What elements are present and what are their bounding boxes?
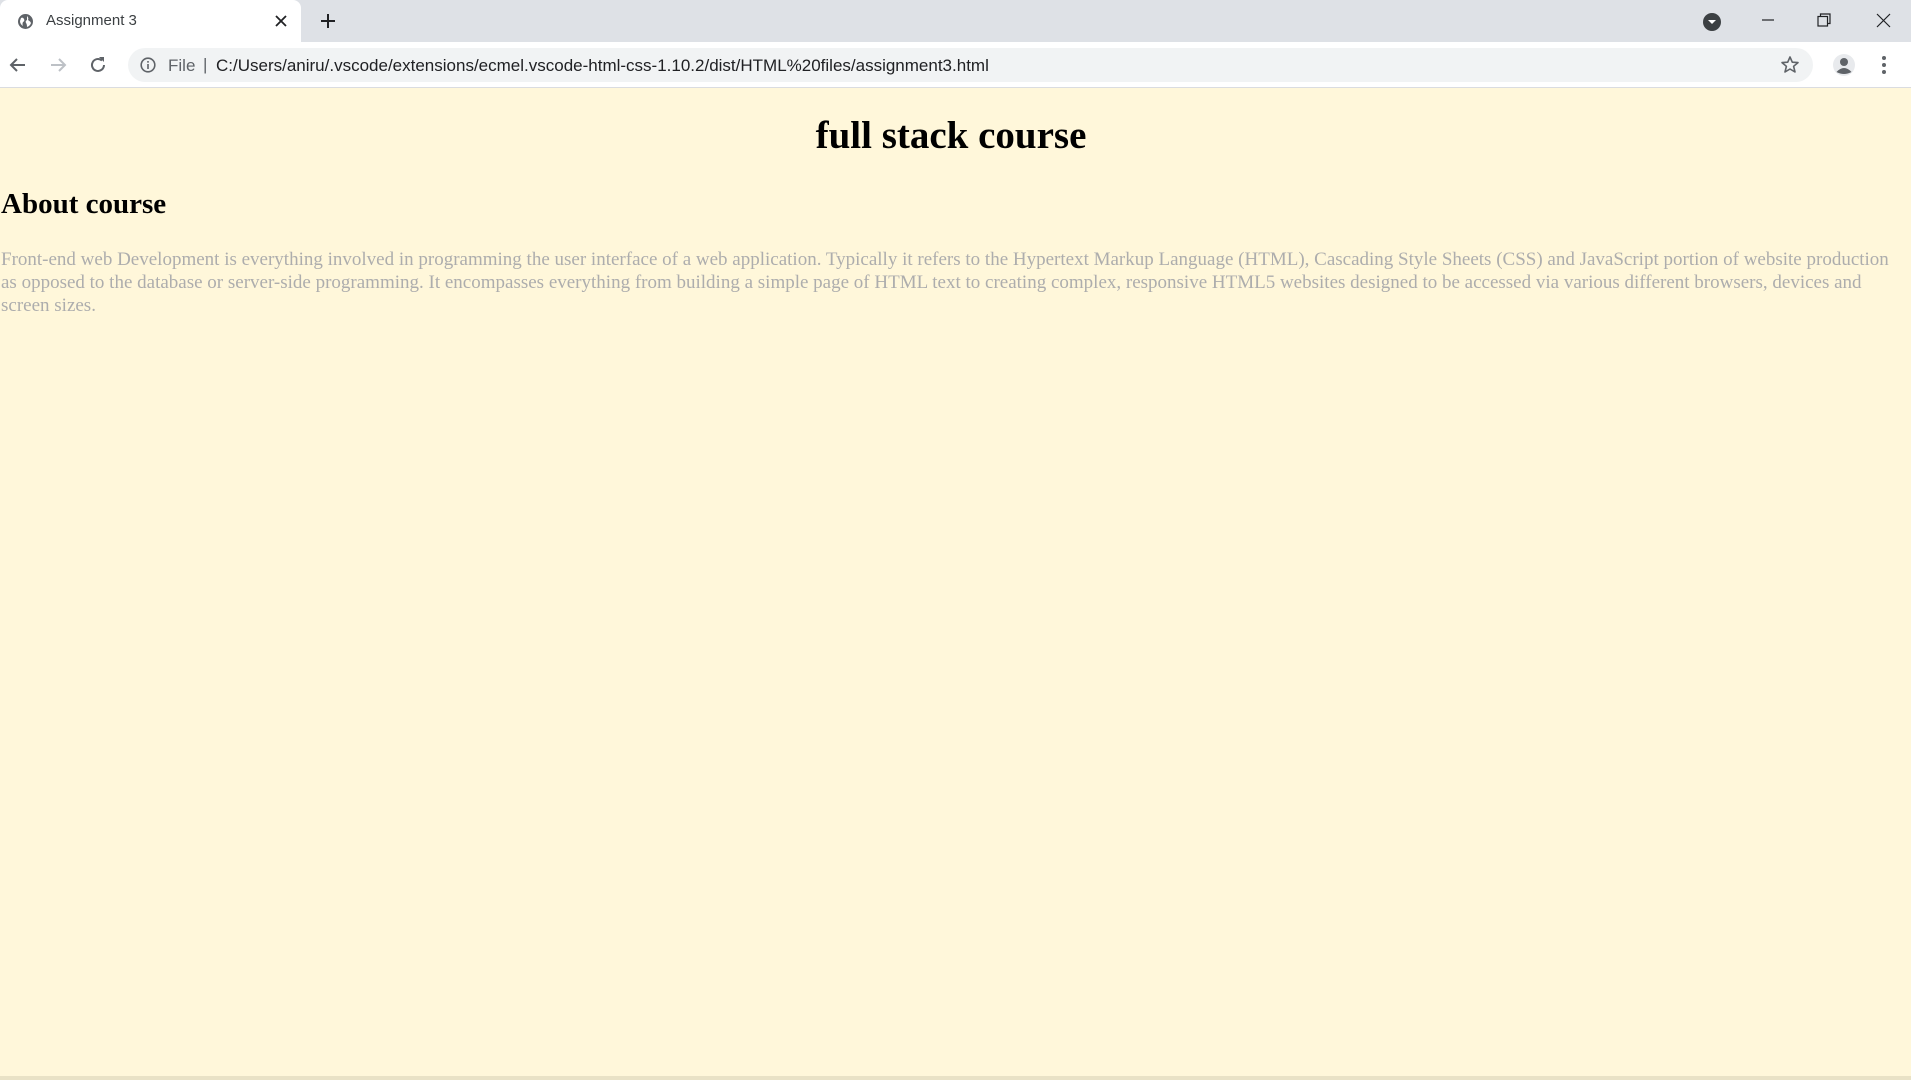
tab-close-icon[interactable] (272, 12, 290, 30)
course-description: Front-end web Development is everything … (1, 249, 1889, 316)
browser-tab[interactable]: Assignment 3 (0, 0, 301, 42)
scheme-separator: | (203, 55, 208, 74)
browser-titlebar: Assignment 3 (0, 0, 1911, 42)
minimize-icon[interactable] (1740, 0, 1796, 40)
kebab-menu-icon[interactable] (1874, 51, 1894, 79)
section-heading: About course (1, 188, 167, 220)
new-tab-plus-icon[interactable] (318, 11, 338, 31)
page-title: full stack course (815, 114, 1087, 157)
reload-icon[interactable] (84, 51, 112, 79)
arrow-right-icon[interactable] (44, 51, 72, 79)
info-icon[interactable] (140, 57, 156, 73)
star-icon[interactable] (1780, 55, 1800, 75)
globe-icon (17, 13, 34, 30)
tab-search-icon[interactable] (1701, 11, 1723, 33)
restore-icon[interactable] (1796, 0, 1852, 40)
url-text[interactable]: C:/Users/aniru/.vscode/extensions/ecmel.… (216, 56, 989, 76)
browser-toolbar: File | C:/Users/aniru/.vscode/extensions… (0, 42, 1911, 88)
page-bottom-edge (0, 1076, 1911, 1080)
arrow-left-icon[interactable] (4, 51, 32, 79)
address-bar[interactable]: File | C:/Users/aniru/.vscode/extensions… (128, 48, 1813, 82)
page-content: full stack course About course Front-end… (0, 89, 1911, 1076)
window-close-icon[interactable] (1855, 0, 1911, 40)
profile-icon[interactable] (1830, 51, 1858, 79)
scheme-label: File (168, 56, 196, 75)
tab-title: Assignment 3 (46, 12, 137, 29)
